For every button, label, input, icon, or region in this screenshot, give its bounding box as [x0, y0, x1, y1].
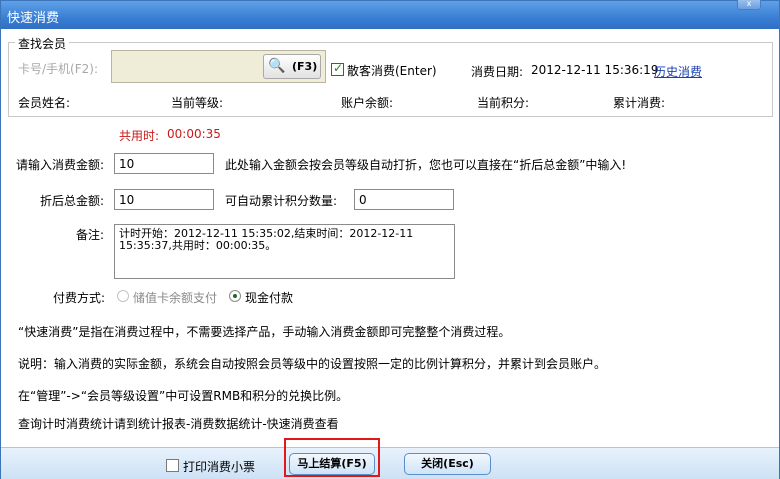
footer-bar	[1, 447, 779, 479]
info-line-2: 说明：输入消费的实际金额，系统会自动按照会员等级中的设置按照一定的比例计算积分，…	[18, 357, 607, 371]
close-icon: x	[746, 0, 752, 8]
search-icon: 🔍	[268, 58, 286, 74]
note-textarea[interactable]: 计时开始：2012-12-11 15:35:02,结束时间：2012-12-11…	[114, 224, 455, 279]
note-label: 备注:	[76, 228, 105, 242]
timer-label: 共用时:	[119, 129, 160, 143]
amount-label: 请输入消费金额:	[16, 158, 105, 172]
search-button-label: (F3)	[292, 60, 318, 73]
guest-consume-checkbox[interactable]	[331, 61, 344, 76]
guest-consume-label: 散客消费(Enter)	[347, 64, 437, 78]
timer-value: 00:00:35	[167, 127, 221, 141]
auto-points-label: 可自动累计积分数量:	[225, 194, 338, 208]
payment-method-label: 付费方式:	[53, 291, 106, 305]
discount-total-input[interactable]	[114, 189, 214, 210]
member-search-legend: 查找会员	[15, 35, 70, 52]
highlight-box	[284, 438, 380, 477]
info-line-1: “快速消费”是指在消费过程中，不需要选择产品，手动输入消费金额即可完整整个消费过…	[18, 325, 511, 339]
print-receipt-label: 打印消费小票	[183, 460, 256, 474]
auto-points-input[interactable]	[354, 189, 454, 210]
consume-date-value: 2012-12-11 15:36:19	[531, 63, 659, 77]
info-line-4: 查询计时消费统计请到统计报表-消费数据统计-快速消费查看	[18, 417, 339, 431]
history-consume-link[interactable]: 历史消费	[654, 63, 702, 80]
stored-value-radio[interactable]	[117, 290, 129, 302]
account-balance-label: 账户余额:	[341, 96, 394, 110]
consume-date-label: 消费日期:	[471, 65, 524, 79]
print-receipt-checkbox[interactable]	[166, 459, 179, 472]
card-phone-label: 卡号/手机(F2):	[18, 62, 98, 76]
amount-input[interactable]	[114, 153, 214, 174]
search-member-button[interactable]: 🔍 (F3)	[263, 54, 321, 79]
cash-payment-option: 现金付款	[245, 291, 294, 305]
close-window-button[interactable]: x	[737, 0, 761, 10]
discount-total-label: 折后总金额:	[40, 194, 105, 208]
total-consume-label: 累计消费:	[613, 96, 666, 110]
stored-value-option: 储值卡余额支付	[133, 291, 218, 305]
quick-consume-window: 快速消费 x 查找会员 卡号/手机(F2): 🔍 (F3) 散客消费(Enter…	[0, 0, 780, 479]
current-level-label: 当前等级:	[171, 96, 224, 110]
window-title: 快速消费	[7, 11, 60, 26]
info-line-3: 在“管理”->“会员等级设置”中可设置RMB和积分的兑换比例。	[18, 389, 349, 403]
member-name-label: 会员姓名:	[18, 96, 71, 110]
amount-hint: 此处输入金额会按会员等级自动打折，您也可以直接在“折后总金额”中输入!	[225, 158, 627, 172]
close-button[interactable]: 关闭(Esc)	[404, 453, 491, 475]
title-bar: 快速消费 x	[1, 0, 779, 29]
cash-payment-radio[interactable]	[229, 290, 241, 302]
current-points-label: 当前积分:	[477, 96, 530, 110]
